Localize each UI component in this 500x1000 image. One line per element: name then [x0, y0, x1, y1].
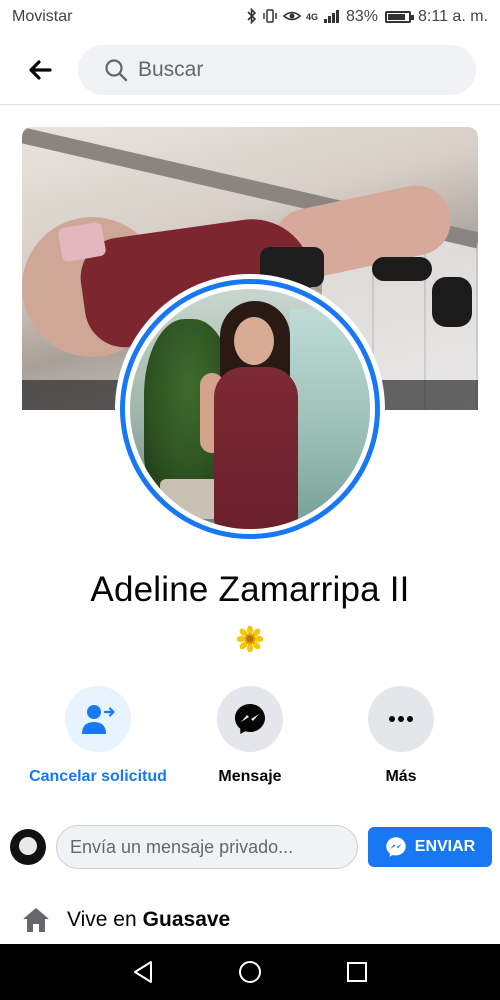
back-arrow-icon	[29, 60, 52, 80]
bluetooth-icon	[247, 7, 257, 27]
messenger-icon	[235, 704, 265, 734]
cancel-request-button[interactable]: Cancelar solicitud	[13, 686, 183, 786]
private-message-row: Envía un mensaje privado... ENVIAR	[10, 824, 492, 870]
send-label: ENVIAR	[414, 838, 476, 855]
system-navigation-bar	[0, 944, 500, 1000]
square-recents-icon	[346, 962, 367, 982]
network-type-label: 4G	[305, 12, 318, 22]
nav-recents-button[interactable]	[342, 957, 372, 987]
more-label: Más	[385, 768, 417, 785]
lives-in-label: Vive en	[67, 908, 137, 931]
nav-back-button[interactable]	[128, 957, 158, 987]
cancel-request-circle	[65, 686, 131, 752]
header-divider	[0, 104, 500, 105]
battery-percent: 83%	[346, 8, 379, 25]
message-button[interactable]: Mensaje	[165, 686, 335, 786]
messenger-icon	[386, 837, 406, 857]
top-header: Buscar	[0, 38, 500, 102]
lives-in-row: Vive en Guasave	[22, 906, 230, 934]
circle-home-icon	[238, 961, 261, 983]
battery-icon	[385, 11, 415, 23]
clock: 8:11 a. m.	[418, 8, 488, 25]
status-icons: 4G 83% 8:11 a. m.	[247, 7, 488, 27]
my-avatar	[10, 829, 46, 865]
message-label: Mensaje	[218, 768, 282, 785]
avatar	[130, 289, 370, 529]
private-message-placeholder: Envía un mensaje privado...	[70, 836, 294, 857]
private-message-input[interactable]: Envía un mensaje privado...	[56, 825, 358, 869]
eye-comfort-icon	[282, 9, 302, 26]
cancel-request-label: Cancelar solicitud	[29, 768, 167, 785]
more-button[interactable]: Más	[316, 686, 486, 786]
sunflower-icon	[237, 626, 263, 652]
search-icon	[105, 59, 128, 82]
profile-name: Adeline Zamarripa II	[90, 570, 410, 609]
send-button[interactable]: ENVIAR	[368, 827, 492, 867]
search-input[interactable]: Buscar	[78, 45, 476, 95]
vibrate-icon	[262, 8, 278, 27]
search-placeholder: Buscar	[138, 58, 204, 81]
profile-picture[interactable]	[115, 274, 385, 544]
signal-icon	[323, 9, 341, 26]
lives-in-city[interactable]: Guasave	[143, 908, 231, 932]
back-button[interactable]	[20, 50, 60, 90]
nav-home-button[interactable]	[235, 957, 265, 987]
cancel-friend-request-icon	[82, 705, 115, 734]
home-icon	[23, 908, 49, 932]
status-bar: Movistar 4G 83% 8:11 a. m.	[0, 0, 500, 34]
triangle-back-icon	[134, 961, 153, 983]
more-circle	[368, 686, 434, 752]
story-ring	[120, 279, 380, 539]
carrier-name: Movistar	[12, 8, 73, 25]
message-circle	[217, 686, 283, 752]
more-icon	[389, 716, 413, 722]
